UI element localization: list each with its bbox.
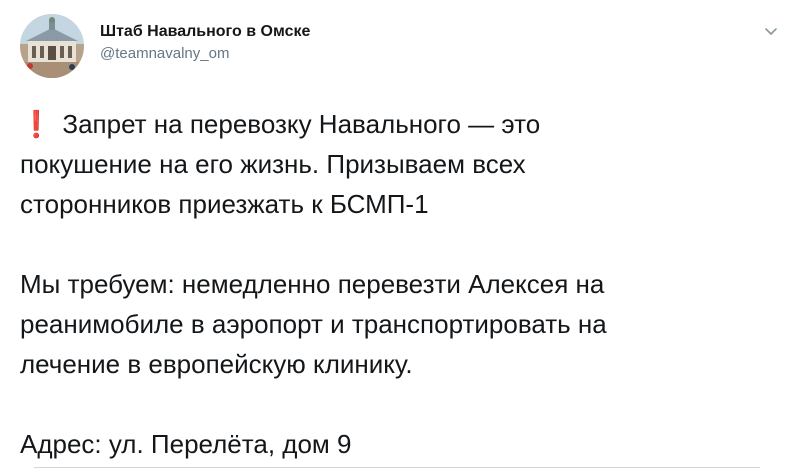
tweet-line: покушение на его жизнь. Призываем всех bbox=[20, 149, 526, 179]
tweet-line: ❗ Запрет на перевозку Навального — это bbox=[20, 104, 780, 144]
tweet-line: Мы требуем: немедленно перевезти Алексея… bbox=[20, 269, 605, 299]
tweet-line: лечение в европейскую клинику. bbox=[20, 349, 413, 379]
tweet-text: ❗ Запрет на перевозку Навального — это по… bbox=[20, 104, 780, 464]
chevron-down-icon[interactable] bbox=[762, 22, 780, 40]
tweet-paragraph: Адрес: ул. Перелёта, дом 9 bbox=[20, 424, 780, 464]
author-display-name[interactable]: Штаб Навального в Омске bbox=[100, 22, 310, 42]
tweet-line: сторонников приезжать к БСМП-1 bbox=[20, 189, 429, 219]
tweet-line: Адрес: ул. Перелёта, дом 9 bbox=[20, 429, 352, 459]
tweet-line: реанимобиле в аэропорт и транспортироват… bbox=[20, 309, 607, 339]
author-handle[interactable]: @teamnavalny_om bbox=[100, 44, 310, 64]
profile-avatar[interactable] bbox=[20, 14, 84, 78]
building-photo-icon bbox=[20, 14, 84, 78]
author-block: Штаб Навального в Омске @teamnavalny_om bbox=[100, 22, 310, 64]
tweet-paragraph: ❗ Запрет на перевозку Навального — это по… bbox=[20, 104, 780, 224]
divider bbox=[34, 467, 760, 468]
tweet-paragraph: Мы требуем: немедленно перевезти Алексея… bbox=[20, 264, 780, 384]
tweet-card: Штаб Навального в Омске @teamnavalny_om … bbox=[0, 0, 800, 472]
red-exclamation-mark-icon: ❗ bbox=[20, 109, 53, 139]
